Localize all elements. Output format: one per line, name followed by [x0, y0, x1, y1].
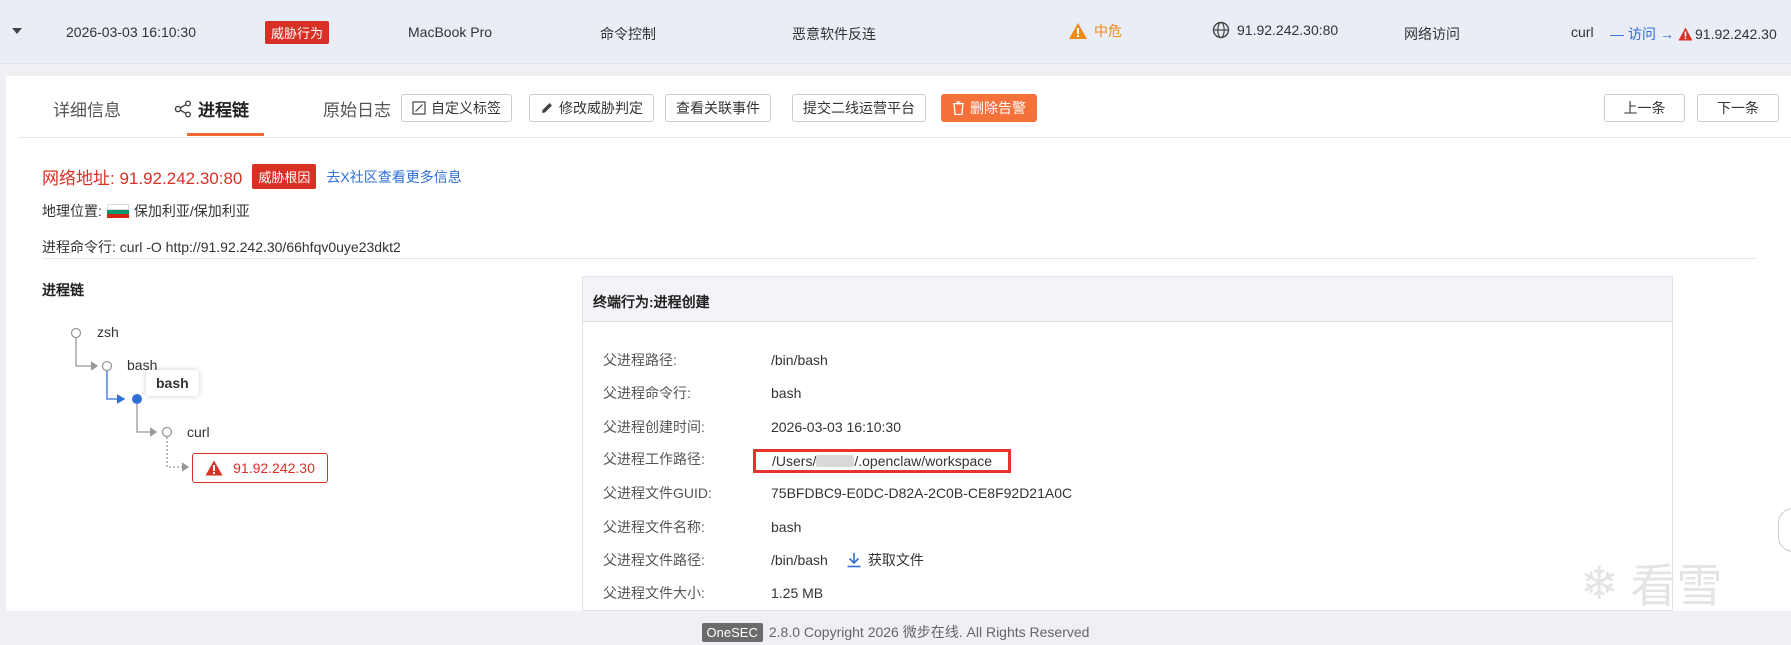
info-row: 父进程文件大小: 1.25 MB — [603, 583, 823, 603]
globe-icon — [1212, 21, 1230, 39]
info-row: 父进程文件路径: /bin/bash 获取文件 — [603, 550, 924, 570]
info-key: 父进程创建时间: — [603, 419, 705, 435]
arrow-right-icon: → — [1660, 26, 1674, 42]
flow-target-ip: 91.92.242.30 — [1695, 26, 1777, 42]
threat-ip-label: 91.92.242.30 — [233, 460, 315, 476]
ip-port: 91.92.242.30:80 — [1212, 21, 1338, 39]
get-file-label: 获取文件 — [867, 552, 924, 568]
info-key: 父进程文件名称: — [603, 519, 705, 535]
process-node-curl[interactable]: curl — [187, 424, 210, 440]
working-path-suffix: /.openclaw/workspace — [854, 453, 993, 469]
next-button[interactable]: 下一条 — [1697, 94, 1779, 122]
info-key: 父进程文件路径: — [603, 552, 705, 568]
info-value: 2026-03-03 16:10:30 — [771, 419, 901, 435]
info-value: bash — [771, 385, 802, 401]
redacted-username — [816, 455, 855, 467]
danger-triangle-icon — [205, 460, 223, 476]
trash-icon — [953, 101, 964, 115]
info-row: 父进程创建时间: 2026-03-03 16:10:30 — [603, 417, 901, 437]
delete-alert-label: 删除告警 — [970, 100, 1026, 116]
process-node-selected[interactable]: bash — [146, 370, 199, 396]
info-value: 1.25 MB — [771, 585, 824, 601]
copyright-text: 2.8.0 Copyright 2026 微步在线. All Rights Re… — [768, 624, 1090, 640]
flow-line-icon: — — [1610, 26, 1624, 42]
info-value: /bin/bash — [771, 352, 828, 368]
product-badge: OneSEC — [701, 622, 763, 642]
info-key: 父进程命令行: — [603, 385, 691, 401]
info-row: 父进程工作路径: /Users/ /.openclaw/workspace — [603, 449, 1012, 473]
threat-ip-node[interactable]: 91.92.242.30 — [192, 453, 328, 483]
info-row: 父进程文件名称: bash — [603, 517, 801, 537]
access-flow: — 访问 → 91.92.242.30 — [1610, 24, 1777, 44]
snowflake-icon: ❄ — [1580, 556, 1619, 610]
danger-triangle-icon — [1678, 27, 1693, 41]
working-path-prefix: /Users/ — [772, 453, 817, 469]
info-row: 父进程路径: /bin/bash — [603, 350, 828, 370]
info-key: 父进程文件GUID: — [603, 485, 712, 501]
process-node-zsh[interactable]: zsh — [97, 324, 119, 340]
footer: OneSEC 2.8.0 Copyright 2026 微步在线. All Ri… — [0, 622, 1791, 642]
endpoint-behavior-title: 终端行为:进程创建 — [583, 277, 1672, 322]
info-key: 父进程文件大小: — [603, 585, 705, 601]
warning-triangle-icon — [1069, 23, 1087, 39]
info-row: 父进程文件GUID: 75BFDBC9-E0DC-D82A-2C0B-CE8F92… — [603, 483, 1072, 503]
scroll-handle[interactable] — [1778, 508, 1791, 552]
endpoint-behavior-panel: 终端行为:进程创建 父进程路径: /bin/bash 父进程命令行: bash 父进… — [582, 276, 1673, 611]
process-name: curl — [1571, 24, 1594, 40]
file-path-value: /bin/bash — [771, 552, 828, 568]
info-key: 父进程工作路径: — [603, 451, 705, 467]
watermark-text: 看雪 — [1630, 559, 1723, 613]
working-path-highlight: /Users/ /.openclaw/workspace — [753, 449, 1012, 473]
submit-platform-button[interactable]: 提交二线运营平台 — [792, 94, 926, 122]
ip-port-text: 91.92.242.30:80 — [1237, 22, 1339, 38]
get-file-button[interactable]: 获取文件 — [846, 550, 924, 570]
info-value: bash — [771, 519, 802, 535]
prev-button[interactable]: 上一条 — [1604, 94, 1685, 122]
action-type: 网络访问 — [1404, 26, 1460, 42]
download-icon — [847, 553, 861, 568]
info-value: 75BFDBC9-E0DC-D82A-2C0B-CE8F92D21A0C — [771, 485, 1073, 501]
severity-label: 中危 — [1094, 23, 1122, 39]
alert-name: 恶意软件反连 — [792, 26, 876, 42]
delete-alert-button[interactable]: 删除告警 — [941, 94, 1037, 122]
severity-level: 中危 — [1068, 21, 1122, 41]
info-row: 父进程命令行: bash — [603, 383, 801, 403]
flow-target: 91.92.242.30 — [1678, 26, 1777, 42]
info-key: 父进程路径: — [603, 352, 677, 368]
info-value: /bin/bash 获取文件 — [771, 550, 924, 570]
flow-label: 访问 — [1628, 26, 1656, 42]
watermark: ❄ 看雪 — [1580, 550, 1723, 616]
